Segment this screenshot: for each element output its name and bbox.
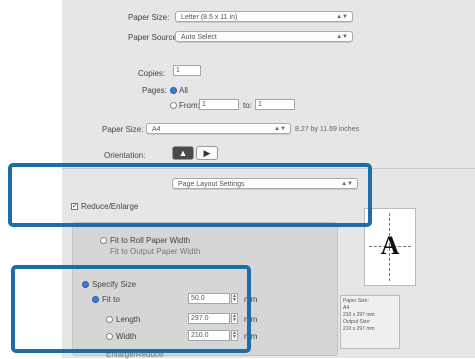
- fit-roll-width-label: Fit to Roll Paper Width: [110, 236, 191, 245]
- settings-highlight-frame: [8, 163, 372, 227]
- pages-all-radio[interactable]: [170, 87, 177, 94]
- info-line-3: 210 x 297 mm: [343, 312, 375, 318]
- pages-to-field[interactable]: 1: [255, 99, 295, 110]
- paper-size-popup[interactable]: Letter (8.5 x 11 in) ▲▼: [175, 11, 353, 22]
- pages-to-label: to:: [243, 101, 252, 110]
- scale-paper-size-popup[interactable]: A4 ▲▼: [146, 123, 291, 134]
- paper-size-label: Paper Size:: [128, 13, 170, 22]
- info-line-2: A4: [343, 305, 350, 311]
- orientation-portrait-button[interactable]: ▲: [172, 146, 194, 160]
- up-down-arrows-icon: ▲▼: [336, 34, 348, 40]
- pages-from-field[interactable]: 1: [199, 99, 239, 110]
- pages-label: Pages:: [142, 86, 167, 95]
- copies-field[interactable]: 1: [173, 65, 201, 76]
- size-info-box: Paper Size: A4 210 x 297 mm Output Size:…: [340, 295, 400, 349]
- preview-letter: A: [380, 231, 400, 260]
- pages-from-label: From:: [179, 101, 200, 110]
- paper-source-value: Auto Select: [181, 34, 217, 41]
- pages-all-label: All: [179, 86, 188, 95]
- up-down-arrows-icon: ▲▼: [336, 14, 348, 20]
- copies-label: Copies:: [138, 69, 166, 78]
- fit-output-width-label: Fit to Output Paper Width: [110, 247, 201, 256]
- scale-paper-size-value: A4: [152, 126, 161, 133]
- orientation-landscape-button[interactable]: ▶: [196, 146, 218, 160]
- pages-from-radio[interactable]: [170, 102, 177, 109]
- scale-paper-size-label: Paper Size:: [102, 125, 144, 134]
- paper-source-popup[interactable]: Auto Select ▲▼: [175, 31, 353, 42]
- orientation-label: Orientation:: [104, 151, 146, 160]
- fit-roll-width-radio[interactable]: [100, 237, 107, 244]
- paper-source-label: Paper Source:: [128, 33, 180, 42]
- paper-size-value: Letter (8.5 x 11 in): [181, 14, 238, 21]
- specify-size-highlight-frame: [11, 265, 251, 353]
- info-line-5: 210 x 297 mm: [343, 326, 375, 332]
- info-line-4: Output Size:: [343, 319, 371, 325]
- scale-paper-size-detail: 8.27 by 11.69 inches: [295, 126, 360, 133]
- info-line-1: Paper Size:: [343, 298, 369, 304]
- up-down-arrows-icon: ▲▼: [274, 126, 286, 132]
